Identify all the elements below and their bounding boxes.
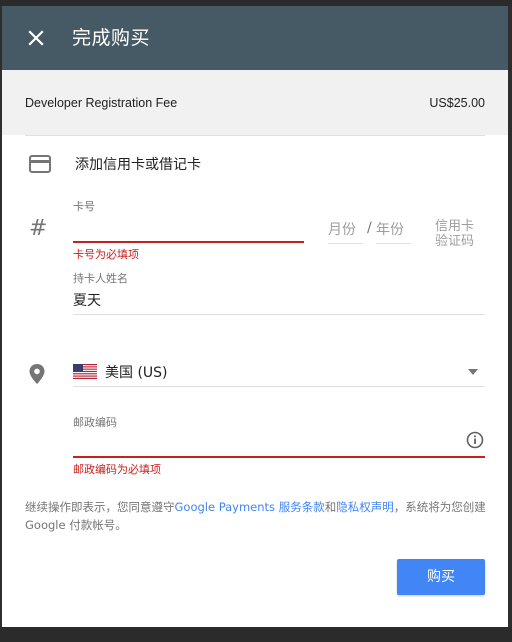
card-number-input[interactable] xyxy=(73,212,304,242)
country-select[interactable]: 美国 (US) xyxy=(73,356,485,386)
country-underline xyxy=(73,386,485,387)
close-button[interactable] xyxy=(22,24,50,52)
expiry-month-underline xyxy=(328,243,363,244)
order-summary: Developer Registration Fee US$25.00 xyxy=(2,70,508,135)
cardholder-name-underline xyxy=(73,314,485,315)
privacy-policy-link[interactable]: 隐私权声明 xyxy=(336,500,394,514)
card-number-error: 卡号为必填项 xyxy=(73,248,139,261)
expiry-separator: / xyxy=(367,220,372,236)
location-pin-icon xyxy=(29,364,45,384)
backdrop-bottom xyxy=(0,627,512,642)
expiry-month-input[interactable]: 月份 xyxy=(328,219,356,239)
expiry-year-input[interactable]: 年份 xyxy=(376,219,404,239)
buy-button[interactable]: 购买 xyxy=(397,559,485,595)
cvc-input[interactable]: 信用卡验证码 xyxy=(435,219,485,249)
dialog-header: 完成购买 xyxy=(2,6,508,70)
expiry-year-underline xyxy=(376,243,411,244)
order-item-price: US$25.00 xyxy=(429,96,485,110)
terms-text: 继续操作即表示，您同意遵守Google Payments 服务条款和隐私权声明，… xyxy=(25,498,487,534)
us-flag-icon xyxy=(73,364,97,379)
postal-code-underline xyxy=(73,456,485,458)
cardholder-name-label: 持卡人姓名 xyxy=(73,272,128,285)
order-item-name: Developer Registration Fee xyxy=(25,96,178,110)
card-number-underline xyxy=(73,241,304,243)
summary-divider xyxy=(25,135,485,136)
terms-and: 和 xyxy=(324,500,337,514)
close-icon xyxy=(28,30,44,46)
country-value: 美国 (US) xyxy=(105,365,168,381)
terms-of-service-link[interactable]: Google Payments 服务条款 xyxy=(175,500,325,514)
chevron-down-icon xyxy=(468,369,478,375)
dialog-title: 完成购买 xyxy=(72,27,151,49)
info-icon[interactable] xyxy=(466,431,484,449)
postal-code-error: 邮政编码为必填项 xyxy=(73,463,161,476)
credit-card-icon xyxy=(29,155,51,173)
add-card-label: 添加信用卡或借记卡 xyxy=(75,157,201,173)
terms-prefix: 继续操作即表示，您同意遵守 xyxy=(25,500,175,514)
postal-code-input[interactable] xyxy=(73,428,453,456)
purchase-dialog: 完成购买 Developer Registration Fee US$25.00… xyxy=(2,6,508,627)
cardholder-name-input[interactable]: 夏天 xyxy=(73,290,101,310)
hash-icon: # xyxy=(29,216,48,241)
